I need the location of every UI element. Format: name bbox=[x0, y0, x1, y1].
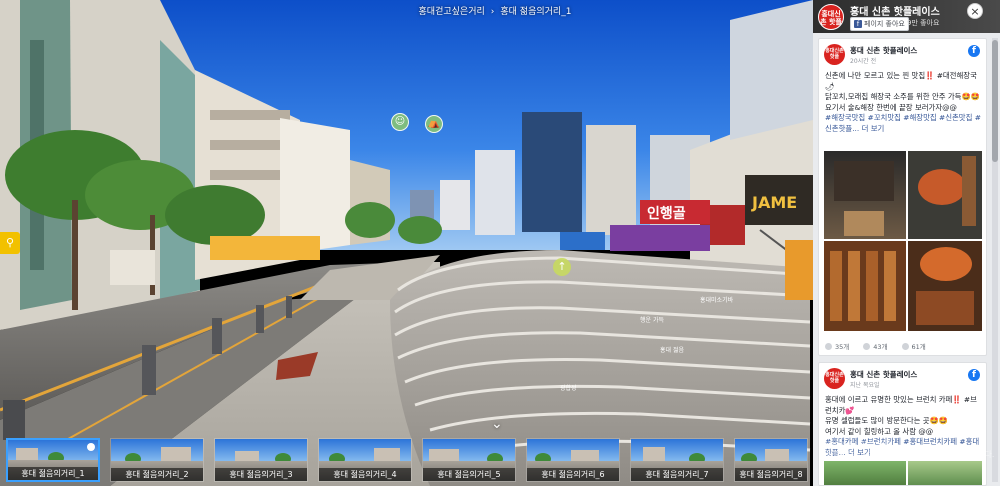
thumbnail-label: 홍대 젊음의거리_8 bbox=[735, 468, 807, 481]
cafe-photo[interactable] bbox=[908, 461, 982, 485]
smiley-hotspot-icon[interactable]: ☺ bbox=[391, 113, 409, 131]
thumbnail-label: 홍대 젊음의거리_1 bbox=[8, 467, 98, 480]
like-action[interactable]: 35개 bbox=[825, 341, 849, 351]
facebook-icon: f bbox=[854, 20, 862, 28]
scene-thumbnail[interactable]: 홍대 젊음의거리_3 bbox=[214, 438, 308, 482]
check-icon bbox=[87, 443, 95, 451]
stair-banner-text: 인행골 bbox=[647, 205, 686, 222]
post-line: 신촌에 나만 모르고 있는 찐 맛집‼️ #대전해장국🌶 bbox=[825, 71, 977, 91]
stew-photo[interactable] bbox=[908, 151, 982, 239]
up-arrow-icon[interactable]: ↑ bbox=[553, 258, 571, 276]
post-reactions: 35개 43개 61개 bbox=[825, 341, 926, 351]
like-page-button[interactable]: f 페이지 좋아요 bbox=[850, 17, 909, 31]
like-count: 9만 좋아요 bbox=[907, 19, 940, 27]
avatar[interactable]: 홍대신촌 핫플 bbox=[824, 368, 845, 389]
scene-thumbnail[interactable]: 홍대 젊음의거리_7 bbox=[630, 438, 724, 482]
breadcrumb-current: 홍대 젊음의거리_1 bbox=[500, 7, 572, 17]
feed-post: 홍대신촌 핫플 홍대 신촌 핫플레이스 20시간 전 f 신촌에 나만 모르고 … bbox=[818, 38, 987, 356]
stair-graffiti-3: 홍대 젊음 bbox=[660, 346, 684, 354]
share-action[interactable]: 61개 bbox=[901, 341, 926, 351]
scene-thumbnail[interactable]: 홍대 젊음의거리_4 bbox=[318, 438, 412, 482]
share-icon bbox=[901, 343, 909, 350]
post-photo-grid[interactable] bbox=[824, 151, 982, 331]
thumbs-up-icon bbox=[825, 343, 832, 350]
post-hashtags[interactable]: #해장국맛집 #꼬치맛집 #해장맛집 #신촌맛집 #신촌핫플... 더 보기 bbox=[825, 113, 983, 134]
thumbnail-label: 홍대 젊음의거리_4 bbox=[319, 468, 411, 481]
like-page-label: 페이지 좋아요 bbox=[864, 20, 905, 28]
restaurant-photo[interactable] bbox=[824, 151, 906, 239]
tent-hotspot-icon[interactable]: ⛺ bbox=[425, 115, 443, 133]
windows-activation-watermark: Windows 정품 인증 [설정]으로 이동하여 Windows를 정품 인증… bbox=[822, 440, 994, 460]
scene-thumbnail[interactable]: 홍대 젊음의거리_5 bbox=[422, 438, 516, 482]
thumbnail-label: 홍대 젊음의거리_7 bbox=[631, 468, 723, 481]
thumbnail-label: 홍대 젊음의거리_5 bbox=[423, 468, 515, 481]
facebook-icon: f bbox=[968, 45, 980, 57]
like-count: 35개 bbox=[835, 343, 850, 351]
stair-graffiti-1: 홍대미소기바 bbox=[700, 296, 734, 304]
avatar[interactable]: 홍대신촌 핫플 bbox=[824, 44, 845, 65]
scene-thumbnail[interactable]: 홍대 젊음의거리_1 bbox=[6, 438, 100, 482]
chevron-down-icon[interactable]: ⌄ bbox=[491, 416, 503, 432]
post-line: 여기서 같이 힐링하고 올 사람 @@ bbox=[825, 426, 934, 436]
comment-icon bbox=[863, 343, 871, 350]
thumbnail-label: 홍대 젊음의거리_6 bbox=[527, 468, 619, 481]
post-author[interactable]: 홍대 신촌 핫플레이스 bbox=[850, 45, 917, 56]
feed-post: 홍대신촌 핫플 홍대 신촌 핫플레이스 지난 목요일 f 홍대에 이르고 유명한… bbox=[818, 362, 987, 486]
scene-thumbnail[interactable]: 홍대 젊음의거리_2 bbox=[110, 438, 204, 482]
watermark-line-1: Windows 정품 인증 bbox=[822, 440, 893, 449]
scene-thumbnail[interactable]: 홍대 젊음의거리_8 bbox=[734, 438, 808, 482]
thumbnail-label: 홍대 젊음의거리_2 bbox=[111, 468, 203, 481]
jame-sign: JAME bbox=[751, 193, 797, 212]
breadcrumb-parent[interactable]: 홍대걷고싶은거리 bbox=[419, 7, 485, 17]
close-button[interactable]: × bbox=[967, 3, 983, 19]
watermark-line-2: [설정]으로 이동하여 Windows를 정품 인증합니다. bbox=[822, 450, 995, 459]
page-name[interactable]: 홍대 신촌 핫플레이스 bbox=[850, 3, 940, 18]
post-time[interactable]: 20시간 전 bbox=[850, 56, 876, 65]
soup-photo[interactable] bbox=[908, 241, 982, 331]
cafe-photo[interactable] bbox=[824, 461, 906, 485]
scene-thumbnail[interactable]: 홍대 젊음의거리_6 bbox=[526, 438, 620, 482]
facebook-icon: f bbox=[968, 369, 980, 381]
post-photo-grid[interactable] bbox=[824, 461, 982, 485]
post-line: 유명 셀럽들도 많이 방문한다는 곳🤩🤩 bbox=[825, 416, 948, 425]
stair-graffiti-4: 광합성 bbox=[560, 384, 577, 392]
post-time[interactable]: 지난 목요일 bbox=[850, 380, 880, 389]
comment-action[interactable]: 43개 bbox=[863, 341, 888, 351]
post-line: 닭꼬치,모래집 해장국 소주를 위한 안주 가득🤩🤩 bbox=[825, 92, 980, 101]
page-logo: 홍대신촌 핫플 bbox=[818, 4, 844, 30]
feed-scrollbar-thumb[interactable] bbox=[992, 40, 998, 162]
map-pin-icon[interactable]: ⚲ bbox=[0, 232, 20, 254]
post-line: 요기서 술&해장 한번에 끝장 보러가자@@ bbox=[825, 102, 957, 112]
stair-graffiti-2: 행운 가득 bbox=[640, 316, 664, 324]
post-author[interactable]: 홍대 신촌 핫플레이스 bbox=[850, 369, 917, 380]
thumbnail-label: 홍대 젊음의거리_3 bbox=[215, 468, 307, 481]
share-count: 61개 bbox=[911, 343, 926, 351]
post-body: 신촌에 나만 모르고 있는 찐 맛집‼️ #대전해장국🌶 닭꼬치,모래집 해장국… bbox=[825, 71, 983, 134]
scene-thumbnail-strip: 홍대 젊음의거리_1 홍대 젊음의거리_2 홍대 젊음의거리_3 홍대 젊음의거… bbox=[6, 438, 808, 484]
comment-count: 43개 bbox=[873, 343, 888, 351]
post-line: 홍대에 이르고 유명한 맛있는 브런치 카페‼️ #브런치카💕 bbox=[825, 395, 977, 415]
breadcrumb-separator: › bbox=[490, 7, 495, 17]
skewers-photo[interactable] bbox=[824, 241, 906, 331]
